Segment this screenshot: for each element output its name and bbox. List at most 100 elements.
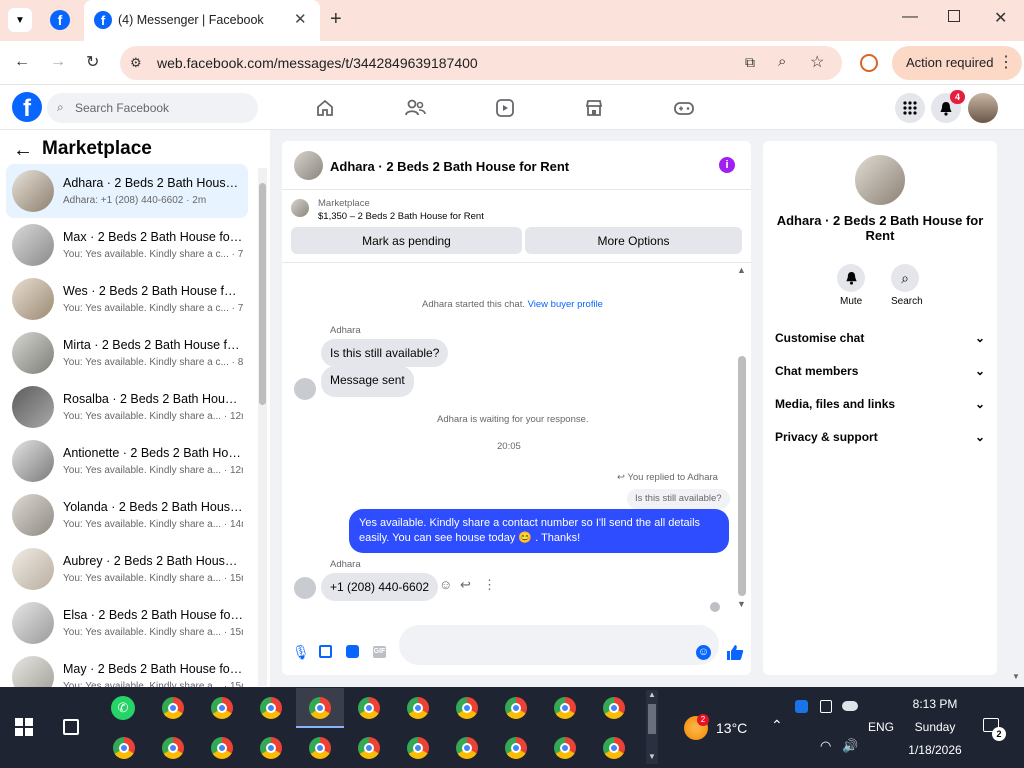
onedrive-icon[interactable]	[842, 701, 858, 711]
chrome-profile-icon[interactable]	[260, 697, 282, 719]
chrome-profile-icon[interactable]	[358, 697, 380, 719]
chrome-profile-icon[interactable]	[456, 737, 478, 759]
input-language[interactable]: ENG	[868, 720, 894, 734]
more-actions-icon[interactable]: ⋮	[483, 577, 496, 593]
incoming-message[interactable]: Is this still available?	[321, 339, 449, 367]
conversation-item[interactable]: Aubrey · 2 Beds 2 Bath House f... You: Ye…	[6, 542, 248, 596]
scrollbar-thumb[interactable]	[259, 183, 266, 405]
tab-search-button[interactable]: ▼	[8, 8, 32, 32]
photo-icon[interactable]	[319, 645, 332, 658]
minimize-window-button[interactable]: —	[902, 8, 918, 26]
chrome-profile-icon[interactable]	[407, 737, 429, 759]
conversation-item[interactable]: Antionette · 2 Beds 2 Bath Hou... You: Ye…	[6, 434, 248, 488]
chrome-profile-icon[interactable]	[211, 737, 233, 759]
facebook-logo[interactable]: f	[12, 92, 42, 122]
tab-messenger[interactable]: f (4) Messenger | Facebook ✕	[84, 0, 320, 41]
marketplace-icon[interactable]	[584, 98, 604, 118]
close-window-button[interactable]: ✕	[994, 8, 1007, 28]
chat-title[interactable]: Adhara · 2 Beds 2 Bath House for Rent	[330, 159, 569, 174]
task-view-icon[interactable]	[63, 719, 79, 735]
incoming-message[interactable]: +1 (208) 440-6602	[321, 573, 439, 601]
zoom-icon[interactable]: ⌕	[778, 53, 786, 70]
account-avatar[interactable]	[968, 93, 998, 123]
conversation-item[interactable]: Elsa · 2 Beds 2 Bath House for R... You: …	[6, 596, 248, 650]
listing-thumbnail[interactable]	[291, 199, 309, 217]
chrome-profile-icon[interactable]	[505, 737, 527, 759]
new-tab-button[interactable]: +	[330, 8, 342, 31]
chat-members-section[interactable]: Chat members ⌄	[775, 364, 985, 378]
chrome-profile-icon[interactable]	[211, 697, 233, 719]
chevron-up-icon[interactable]: ⌃	[771, 717, 783, 734]
video-icon[interactable]	[495, 98, 515, 118]
scroll-down-icon[interactable]: ▼	[648, 752, 656, 761]
media-files-links-section[interactable]: Media, files and links ⌄	[775, 397, 985, 411]
friends-icon[interactable]	[404, 98, 426, 118]
close-tab-icon[interactable]: ✕	[294, 10, 307, 28]
facebook-search-input[interactable]: ⌕ Search Facebook	[47, 93, 258, 123]
back-arrow-icon[interactable]: ←	[13, 139, 33, 162]
volume-icon[interactable]: 🔊	[842, 738, 858, 754]
conversation-item[interactable]: Adhara · 2 Beds 2 Bath House f... Adhara:…	[6, 164, 248, 218]
info-icon[interactable]: i	[719, 157, 735, 173]
sender-avatar[interactable]	[294, 378, 316, 400]
conversation-item[interactable]: Wes · 2 Beds 2 Bath House for ... You: Ye…	[6, 272, 248, 326]
mute-button[interactable]	[837, 264, 865, 292]
page-scroll-down-icon[interactable]: ▼	[1012, 672, 1020, 681]
chrome-profile-icon[interactable]	[554, 697, 576, 719]
scroll-up-icon[interactable]: ▲	[648, 690, 656, 699]
chrome-profile-icon[interactable]	[309, 737, 331, 759]
messages-scrollbar-thumb[interactable]	[738, 356, 746, 596]
chrome-profile-icon[interactable]	[113, 737, 135, 759]
profile-icon[interactable]	[860, 54, 878, 72]
sticker-icon[interactable]	[346, 645, 359, 658]
conversation-item[interactable]: Rosalba · 2 Beds 2 Bath House f... You: Y…	[6, 380, 248, 434]
conversation-scrollbar[interactable]	[258, 168, 267, 686]
forward-arrow-icon[interactable]: →	[50, 53, 66, 71]
clock[interactable]: 8:13 PM Sunday 1/18/2026	[905, 697, 965, 757]
chrome-profile-icon[interactable]	[162, 737, 184, 759]
weather-temperature[interactable]: 13°C	[716, 720, 747, 736]
chrome-profile-icon[interactable]	[260, 737, 282, 759]
message-input[interactable]: ☺	[399, 625, 719, 665]
scrollbar-thumb[interactable]	[648, 704, 656, 734]
facebook-pinned-tab-icon[interactable]: f	[50, 10, 70, 30]
back-arrow-icon[interactable]: ←	[14, 53, 30, 71]
microphone-icon[interactable]: 🎙	[292, 644, 310, 661]
chrome-profile-icon[interactable]	[505, 697, 527, 719]
emoji-icon[interactable]: ☺	[696, 645, 711, 660]
info-avatar[interactable]	[853, 153, 907, 207]
privacy-support-section[interactable]: Privacy & support ⌄	[775, 430, 985, 444]
tray-app-icon[interactable]	[795, 700, 808, 713]
chrome-profile-icon[interactable]	[554, 737, 576, 759]
action-required-button[interactable]: Action required ⋮	[892, 46, 1022, 80]
menu-grid-button[interactable]	[895, 93, 925, 123]
restore-window-button[interactable]	[948, 10, 960, 22]
bookmark-star-icon[interactable]: ☆	[810, 52, 824, 72]
home-icon[interactable]	[315, 98, 335, 118]
whatsapp-icon[interactable]: ✆	[111, 696, 135, 720]
chrome-profile-icon[interactable]	[358, 737, 380, 759]
chrome-profile-icon[interactable]	[603, 697, 625, 719]
scroll-down-icon[interactable]: ▼	[737, 599, 746, 609]
listing-description[interactable]: $1,350 – 2 Beds 2 Bath House for Rent	[318, 211, 484, 222]
more-options-button[interactable]: More Options	[525, 227, 742, 254]
like-thumb-icon[interactable]	[726, 644, 744, 661]
chat-avatar[interactable]	[294, 151, 323, 180]
sender-avatar[interactable]	[294, 577, 316, 599]
chrome-profile-icon[interactable]	[162, 697, 184, 719]
gaming-icon[interactable]	[673, 98, 695, 118]
reply-icon[interactable]: ↩	[460, 577, 471, 593]
chrome-profile-icon[interactable]	[407, 697, 429, 719]
outgoing-message[interactable]: Yes available. Kindly share a contact nu…	[349, 509, 729, 553]
address-bar[interactable]: ⚙ web.facebook.com/messages/t/3442849639…	[120, 46, 842, 80]
wifi-icon[interactable]: ◠	[820, 738, 831, 754]
scroll-up-icon[interactable]: ▲	[737, 265, 746, 275]
chrome-profile-icon[interactable]	[309, 697, 331, 719]
more-vert-icon[interactable]: ⋮	[998, 52, 1014, 72]
chrome-profile-icon[interactable]	[456, 697, 478, 719]
view-buyer-profile-link[interactable]: View buyer profile	[528, 299, 603, 310]
mark-pending-button[interactable]: Mark as pending	[291, 227, 522, 254]
gif-icon[interactable]: GIF	[373, 646, 386, 658]
conversation-item[interactable]: Yolanda · 2 Beds 2 Bath House f... You: Y…	[6, 488, 248, 542]
conversation-item[interactable]: Mirta · 2 Beds 2 Bath House for... You: Y…	[6, 326, 248, 380]
